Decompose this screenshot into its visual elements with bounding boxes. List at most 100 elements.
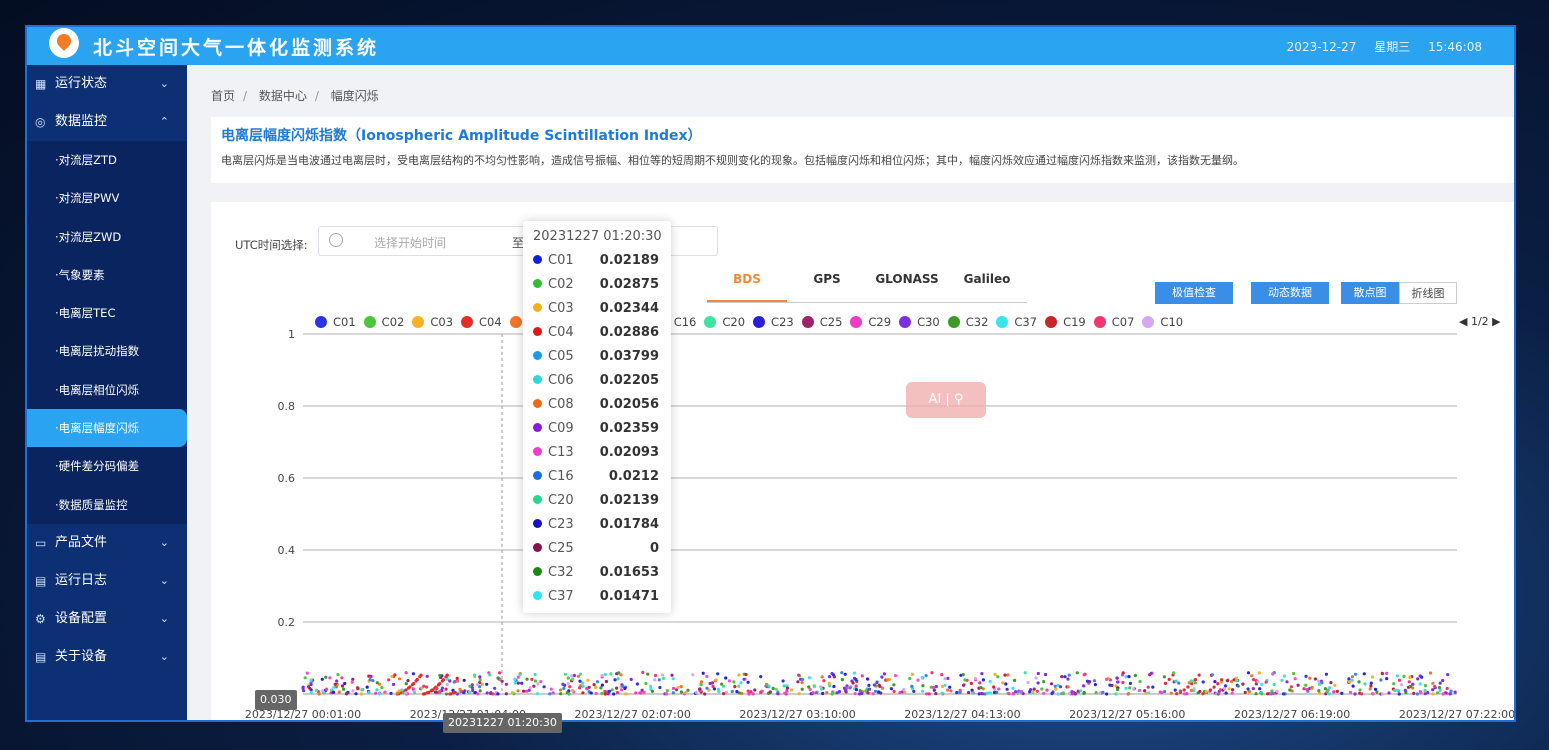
scatter-point [445, 682, 449, 687]
scatter-point [1328, 686, 1332, 690]
scatter-point [970, 691, 975, 695]
ai-search-badge-icon[interactable]: AI | ⚲ [906, 382, 986, 418]
scatter-point [566, 676, 570, 680]
file-icon: ▤ [35, 573, 47, 588]
breadcrumb-home[interactable]: 首页 [211, 89, 235, 103]
scatter-point [510, 691, 514, 695]
scatter-point [716, 687, 720, 691]
scatter-point [1400, 683, 1404, 687]
scatter-point [708, 681, 712, 686]
scatter-point [314, 688, 318, 692]
x-axis-pointer-label: 20231227 01:20:30 [443, 713, 562, 733]
tooltip-row: C06 0.02205 [533, 373, 659, 397]
sidebar-item-product-files[interactable]: ▭ 产品文件 ⌄ [27, 524, 187, 562]
sidebar-item-run-log[interactable]: ▤ 运行日志 ⌄ [27, 562, 187, 600]
scatter-point [1172, 671, 1176, 675]
sidebar-item-device-config[interactable]: ⚙ 设备配置 ⌄ [27, 600, 187, 638]
sidebar-subitem-pwv[interactable]: ·对流层PWV [27, 179, 187, 218]
sidebar-subitem-phase-scint[interactable]: ·电离层相位闪烁 [27, 370, 187, 410]
sidebar-subitem-disturbance[interactable]: ·电离层扰动指数 [27, 332, 187, 371]
sidebar-subitem-quality[interactable]: ·数据质量监控 [27, 485, 187, 524]
scatter-point [1137, 688, 1142, 693]
scatter-point [873, 689, 878, 693]
scatter-point [785, 686, 790, 690]
breadcrumb-current: 幅度闪烁 [330, 89, 379, 103]
x-tick-label: 2023/12/27 06:19:00 [1234, 708, 1350, 720]
sidebar-item-about-device[interactable]: ▤ 关于设备 ⌄ [27, 638, 187, 676]
scatter-point [1358, 688, 1362, 692]
chevron-down-icon: ⌄ [159, 611, 169, 625]
scatter-point [753, 688, 757, 692]
scatter-point [661, 676, 666, 680]
scatter-point [1369, 684, 1373, 688]
tooltip-row: C09 0.02359 [533, 421, 659, 445]
scatter-point [336, 673, 340, 677]
scatter-point [978, 681, 982, 685]
sidebar-subitem-dcb[interactable]: ·硬件差分码偏差 [27, 447, 187, 486]
scatter-point [875, 680, 879, 685]
tooltip-row: C25 0 [533, 541, 659, 565]
scatter-point [500, 679, 504, 683]
scatter-point [1313, 677, 1317, 681]
tooltip-row: C04 0.02886 [533, 325, 659, 349]
scatter-point [653, 673, 658, 678]
scatter-point [812, 684, 816, 688]
scatter-point [1225, 679, 1229, 683]
sidebar-subitem-zwd[interactable]: ·对流层ZWD [27, 217, 187, 256]
scatter-point [522, 689, 526, 693]
scatter-point [393, 673, 397, 677]
scatter-point [617, 671, 621, 675]
sidebar-subitem-ztd[interactable]: ·对流层ZTD [27, 141, 187, 180]
scatter-point [570, 674, 574, 678]
scatter-point [1146, 685, 1150, 689]
scatter-point [955, 691, 959, 695]
scatter-point [603, 689, 607, 693]
scatter-point [489, 691, 493, 696]
sidebar-item-run-status[interactable]: ▦ 运行状态 ⌄ [27, 65, 187, 103]
scatter-point [302, 689, 306, 693]
scatter-point [1393, 688, 1397, 693]
scatter-point [1063, 675, 1067, 679]
tooltip-series-name: C01 [548, 253, 574, 268]
scatter-point [860, 691, 864, 695]
scatter-point [1143, 689, 1147, 693]
scatter-point [882, 672, 887, 676]
scatter-point [739, 681, 743, 685]
scatter-point [1056, 692, 1060, 696]
scatter-point [581, 691, 585, 695]
scatter-point [789, 688, 794, 692]
tooltip-series-name: C20 [548, 493, 574, 508]
scatter-point [930, 671, 934, 675]
scatter-point [691, 673, 695, 677]
scatter-point [932, 686, 936, 690]
tooltip-row: C23 0.01784 [533, 517, 659, 541]
scatter-point [979, 686, 983, 690]
sidebar-subitem-tec[interactable]: ·电离层TEC [27, 294, 187, 333]
tooltip-dot [533, 591, 542, 600]
scatter-point [1128, 686, 1132, 690]
scatter-point [1114, 692, 1118, 696]
scatter-point [840, 671, 844, 675]
scatter-point [703, 692, 707, 696]
scatter-point [980, 672, 984, 676]
scatter-point [1371, 692, 1375, 696]
scatter-point [473, 673, 477, 677]
scatter-point [1216, 682, 1220, 686]
scatter-point [1448, 692, 1452, 696]
breadcrumb-data-center[interactable]: 数据中心 [259, 89, 307, 103]
scatter-point [1149, 671, 1153, 675]
sidebar-item-data-monitor[interactable]: ◎ 数据监控 ⌃ [27, 103, 187, 141]
scatter-point [797, 673, 801, 677]
scatter-point [1108, 683, 1112, 687]
scatter-point [542, 685, 546, 689]
scatter-point [1116, 687, 1120, 692]
scatter-point [571, 677, 575, 681]
scatter-point [819, 685, 823, 689]
scatter-point [404, 682, 408, 686]
scatter-point [721, 684, 726, 688]
sidebar-subitem-amplitude-scint[interactable]: ·电离层幅度闪烁 [27, 409, 187, 448]
scatter-point [747, 692, 751, 696]
sidebar-subitem-meteo[interactable]: ·气象要素 [27, 255, 187, 295]
scatter-point [854, 677, 858, 682]
scatter-point [716, 672, 720, 676]
